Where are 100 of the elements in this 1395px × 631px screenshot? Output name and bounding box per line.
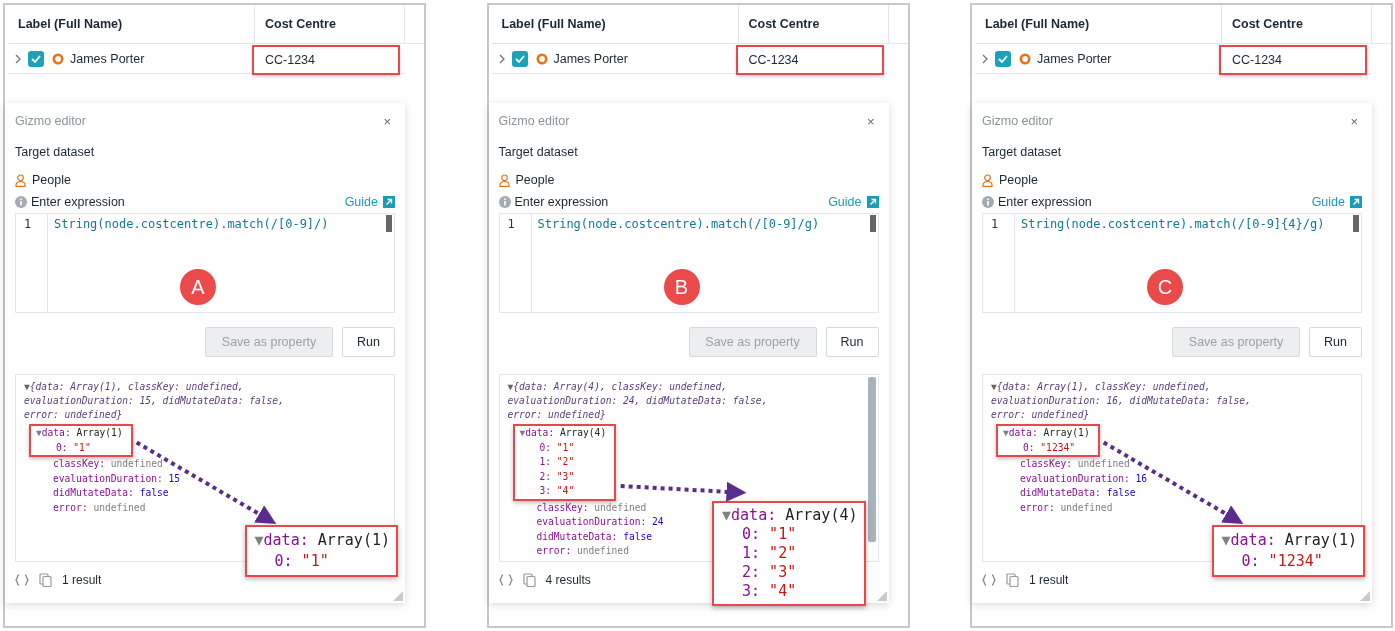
info-icon — [498, 196, 511, 208]
resize-handle-icon[interactable] — [1360, 591, 1370, 601]
tree-line: didMutateData: false — [1019, 486, 1136, 500]
tree-line: data: Array(4) — [525, 427, 607, 438]
result-count: 1 result — [62, 573, 102, 587]
guide-link[interactable]: Guide — [344, 195, 395, 209]
output-summary: ▼{data: Array(1), classKey: undefined, evaluationDuration: 15, didMutateData: false, error: undefined} — [24, 380, 285, 422]
resize-handle-icon[interactable] — [876, 591, 887, 601]
info-icon — [15, 196, 27, 208]
braces-icon[interactable] — [498, 574, 513, 586]
person-icon — [982, 173, 993, 187]
tree-line: data: Array(4) — [731, 506, 858, 524]
column-header: Cost Centre — [255, 5, 405, 43]
tree-line: 3: "4" — [741, 582, 797, 601]
field-label: Target dataset — [15, 145, 96, 161]
checkmark-icon — [998, 54, 1008, 63]
tree-line: 1: "2" — [538, 455, 575, 469]
expand-chevron-icon[interactable] — [981, 53, 989, 64]
ring-icon — [535, 52, 548, 65]
tree-line: 1: "2" — [741, 544, 797, 563]
tree-line: evaluationDuration: 15 — [52, 471, 181, 486]
copy-icon[interactable] — [522, 573, 536, 587]
tree-line: didMutateData: false — [52, 486, 169, 500]
info-icon — [982, 196, 994, 208]
scrollbar-thumb — [869, 215, 876, 232]
run-button[interactable]: Run — [1309, 327, 1362, 357]
field-label: Target dataset — [982, 145, 1063, 161]
expand-toggle[interactable]: ▼ — [36, 427, 42, 438]
tree-line: data: Array(1) — [41, 427, 123, 438]
checkbox[interactable] — [995, 50, 1011, 67]
person-name: James Porter — [1037, 51, 1112, 66]
run-button[interactable]: Run — [342, 327, 395, 357]
code-line: String(node.costcentre).match(/[0-9]{4}/g) — [1020, 216, 1325, 231]
step-badge: A — [180, 269, 216, 305]
tree-line: didMutateData: false — [535, 529, 653, 544]
copy-icon[interactable] — [39, 573, 52, 587]
tree-line: data: Array(1) — [263, 531, 390, 549]
person-icon — [15, 173, 26, 187]
external-link-icon — [1350, 196, 1362, 208]
tree-line: 2: "3" — [538, 469, 575, 484]
tree-line: data: Array(1) — [1008, 427, 1090, 438]
tree-line: error: undefined — [1019, 500, 1113, 515]
expand-chevron-icon[interactable] — [497, 53, 506, 64]
run-button[interactable]: Run — [825, 327, 879, 357]
tree-line: data: Array(1) — [1230, 531, 1357, 549]
column-header: Label (Full Name) — [491, 5, 739, 43]
braces-icon[interactable] — [15, 574, 29, 586]
resize-handle-icon[interactable] — [393, 591, 403, 601]
output-summary: ▼{data: Array(4), classKey: undefined, evaluationDuration: 24, didMutateData: false, error: undefined} — [507, 380, 769, 422]
result-count: 4 results — [545, 573, 591, 587]
output-summary: ▼{data: Array(1), classKey: undefined, evaluationDuration: 16, didMutateData: false, error: undefined} — [991, 380, 1252, 422]
scrollbar-thumb — [1353, 215, 1359, 232]
result-count: 1 result — [1029, 573, 1069, 587]
code-line: String(node.costcentre).match(/[0-9]/) — [53, 216, 329, 231]
checkmark-icon — [514, 54, 525, 63]
tree-line: 0: "1234" — [1240, 551, 1323, 572]
tree-line: error: undefined — [535, 544, 629, 558]
field-label: Enter expression — [514, 195, 609, 209]
person-name: James Porter — [70, 51, 145, 66]
guide-link[interactable]: Guide — [1311, 195, 1362, 209]
editor-title: Gizmo editor — [498, 114, 570, 128]
table-cell: CC-1234 — [736, 46, 883, 74]
expand-chevron-icon[interactable] — [14, 53, 22, 64]
tree-line: classKey: undefined — [52, 457, 163, 471]
tree-line: 0: "1" — [741, 525, 797, 544]
step-badge: C — [1147, 269, 1183, 305]
scrollbar-thumb — [386, 215, 392, 232]
line-number: 1 — [16, 214, 48, 312]
braces-icon[interactable] — [982, 574, 996, 586]
checkbox[interactable] — [28, 50, 44, 67]
external-link-icon — [866, 196, 879, 208]
expand-toggle[interactable]: ▼ — [1003, 427, 1009, 438]
tree-line: 0: "1" — [538, 440, 575, 455]
field-label: Enter expression — [31, 195, 125, 209]
tree-line: evaluationDuration: 16 — [1019, 471, 1148, 486]
guide-link[interactable]: Guide — [828, 195, 879, 209]
checkbox[interactable] — [511, 50, 528, 67]
dataset-name: People — [999, 173, 1038, 187]
line-number: 1 — [499, 214, 532, 312]
column-header: Label (Full Name) — [975, 5, 1222, 43]
close-button[interactable]: × — [379, 113, 395, 129]
table-cell: CC-1234 — [1220, 46, 1366, 74]
tree-line: error: undefined — [52, 500, 146, 515]
tree-line: 0: "1234" — [1022, 440, 1075, 455]
ring-icon — [1019, 52, 1031, 65]
tree-line: evaluationDuration: 24 — [535, 515, 664, 529]
person-name: James Porter — [553, 51, 628, 66]
tree-line: 2: "3" — [741, 563, 797, 582]
editor-title: Gizmo editor — [15, 114, 86, 128]
dataset-name: People — [515, 173, 555, 187]
tree-line: classKey: undefined — [535, 500, 647, 515]
close-button[interactable]: × — [1346, 113, 1362, 129]
expand-toggle[interactable]: ▼ — [519, 427, 526, 438]
copy-icon[interactable] — [1006, 573, 1019, 587]
scrollbar[interactable] — [867, 377, 876, 542]
code-line: String(node.costcentre).match(/[0-9]/g) — [536, 216, 820, 231]
close-button[interactable]: × — [862, 113, 879, 129]
external-link-icon — [383, 196, 395, 208]
tree-line: classKey: undefined — [1019, 457, 1130, 471]
tree-line: 0: "1" — [273, 551, 329, 572]
